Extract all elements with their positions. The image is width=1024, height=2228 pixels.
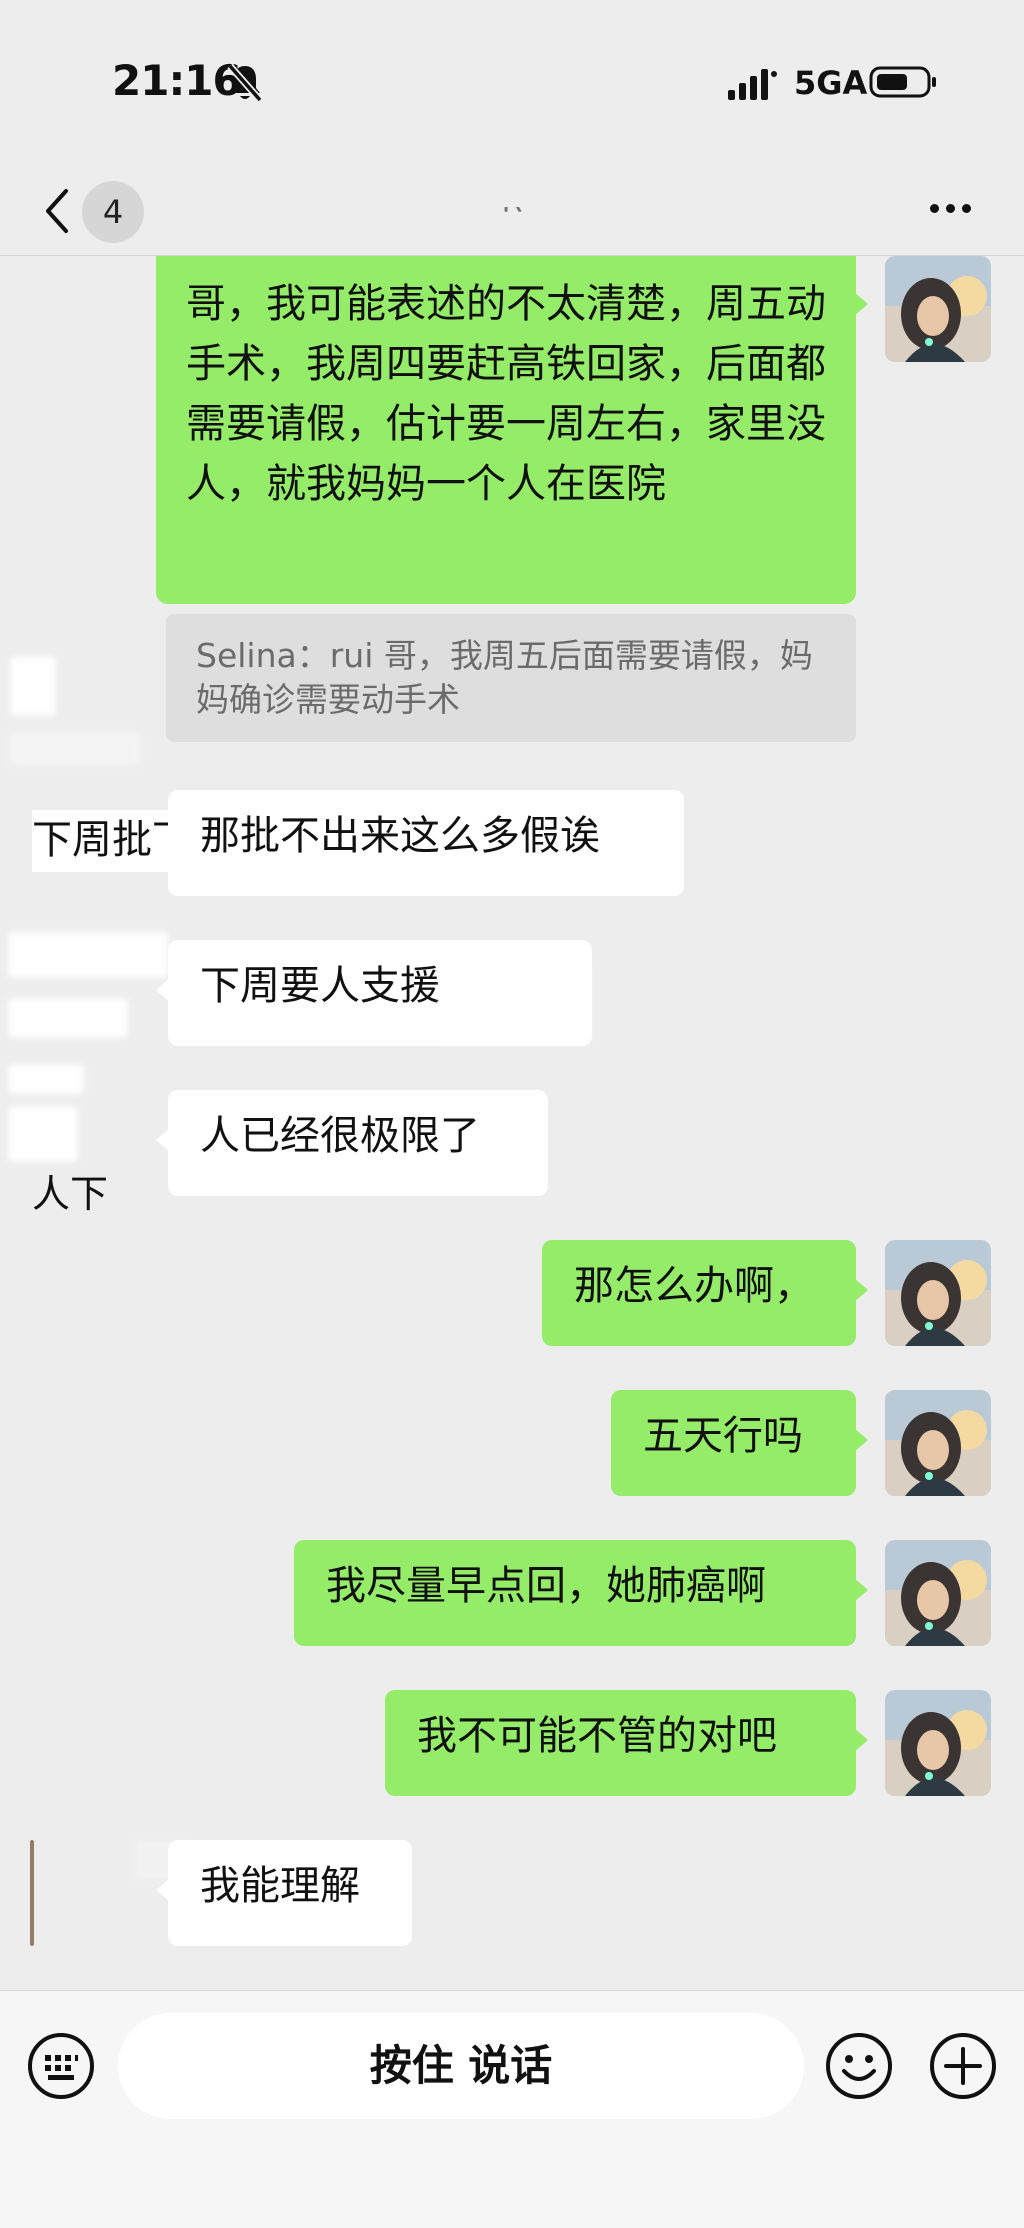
redacted-name-text: 人下 [32, 1172, 109, 1216]
signal-icon [728, 69, 777, 100]
message-bubble-incoming[interactable]: 我能理解 [156, 1840, 412, 1946]
message-text: 我能理解 [200, 1863, 360, 1909]
message-bubble-outgoing[interactable]: 五天行吗 [611, 1390, 868, 1496]
message-text: 我尽量早点回，她肺癌啊 [326, 1563, 766, 1609]
message-text: 那批不出来这么多假诶 [200, 813, 600, 859]
avatar-image [885, 1690, 991, 1796]
battery-icon [869, 66, 936, 98]
back-chevron-icon [46, 189, 68, 233]
input-bar: 按住 说话 [0, 1990, 1024, 2228]
chat-title: R [501, 185, 523, 220]
more-icon [930, 204, 939, 213]
redacted-area [10, 732, 140, 766]
message-bubble-outgoing[interactable]: 哥，我可能表述的不太清楚，周五动手术，我周四要赶高铁回家，后面都需要请假，估计要… [156, 256, 868, 604]
quoted-message[interactable]: Selina：rui 哥，我周五后面需要请假，妈妈确诊需要动手术 [166, 614, 856, 742]
back-button[interactable]: 4 [36, 177, 148, 247]
avatar-image [885, 1390, 991, 1496]
redacted-area [30, 1840, 34, 1946]
avatar[interactable] [885, 256, 991, 362]
more-icon-dot [962, 204, 971, 213]
plus-icon[interactable] [928, 2031, 998, 2101]
redacted-area [440, 966, 590, 1042]
message-bubble-incoming[interactable]: 那批不出来这么多假诶 [156, 790, 684, 896]
message-bubble-outgoing[interactable]: 那怎么办啊， [542, 1240, 868, 1346]
redacted-area [8, 1064, 84, 1094]
message-text: 那怎么办啊， [574, 1263, 814, 1309]
status-time: 21:16 [112, 56, 242, 105]
avatar[interactable] [885, 1240, 991, 1346]
keyboard-icon[interactable] [26, 2031, 96, 2101]
message-text: 哥，我可能表述的不太清楚，周五动手术，我周四要赶高铁回家，后面都需要请假，估计要… [186, 281, 826, 507]
message-bubble-incoming[interactable]: 人已经很极限了 [156, 1090, 548, 1196]
redacted-area [8, 932, 168, 978]
redacted-area [10, 656, 56, 716]
bell-slash-icon [227, 63, 263, 103]
redacted-area [8, 998, 128, 1038]
message-text: 五天行吗 [643, 1413, 803, 1459]
unread-count-badge: 4 [82, 181, 144, 243]
chat-header: 4 R [0, 165, 1024, 256]
more-icon-dot [946, 204, 955, 213]
hold-to-talk-button[interactable]: 按住 说话 [118, 2013, 804, 2119]
network-type: 5GA [794, 64, 868, 102]
message-bubble-outgoing[interactable]: 我不可能不管的对吧 [385, 1690, 868, 1796]
avatar[interactable] [885, 1690, 991, 1796]
quoted-message-text: Selina：rui 哥，我周五后面需要请假，妈妈确诊需要动手术 [196, 636, 813, 719]
avatar-image [885, 1540, 991, 1646]
avatar[interactable] [885, 1540, 991, 1646]
message-bubble-outgoing[interactable]: 我尽量早点回，她肺癌啊 [294, 1540, 868, 1646]
status-bar: 21:16 5GA [0, 0, 1024, 165]
avatar[interactable] [885, 1390, 991, 1496]
avatar-image [885, 1240, 991, 1346]
more-button[interactable] [910, 177, 990, 237]
message-text: 我不可能不管的对吧 [417, 1713, 777, 1759]
message-list[interactable]: 哥，我可能表述的不太清楚，周五动手术，我周四要赶高铁回家，后面都需要请假，估计要… [0, 256, 1024, 1990]
redacted-area [8, 1106, 78, 1162]
message-text: 人已经很极限了 [200, 1113, 480, 1159]
avatar-image [885, 256, 991, 362]
emoji-icon[interactable] [824, 2031, 894, 2101]
message-text: 下周要人支援 [200, 963, 440, 1009]
